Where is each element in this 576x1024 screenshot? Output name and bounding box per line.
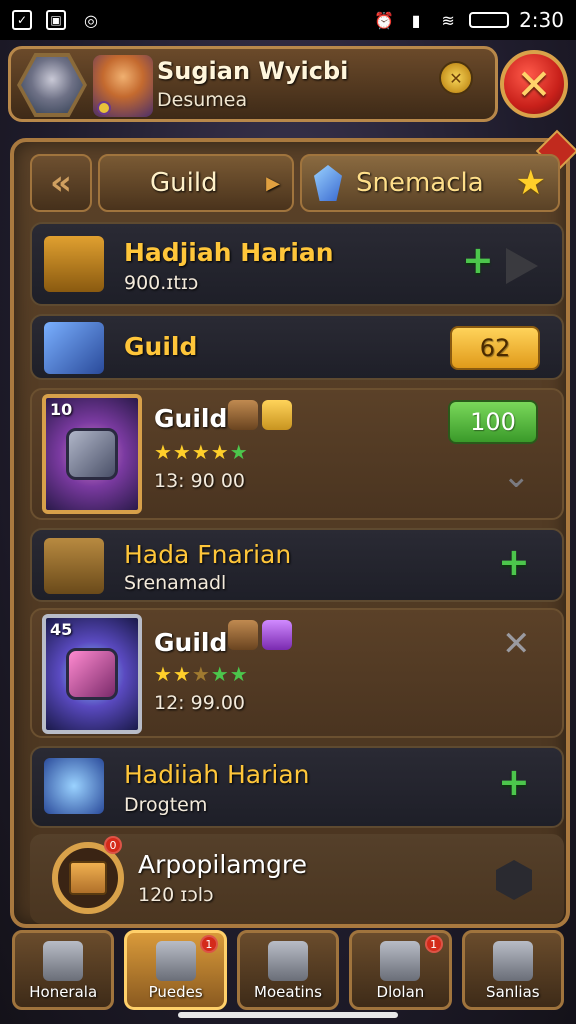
coin-icon[interactable]: ✕ xyxy=(439,61,473,95)
close-button[interactable]: ✕ xyxy=(500,50,568,118)
wifi-icon: ≋ xyxy=(441,10,455,30)
cost-button[interactable]: 62 xyxy=(450,326,540,370)
card-item[interactable]: 45 Guild ★★★★★ 12: 99.00 ✕ xyxy=(30,608,564,738)
locked-hex-icon[interactable] xyxy=(496,860,532,900)
nav-dlolan[interactable]: 1 Dlolan xyxy=(349,930,452,1010)
hammer-icon xyxy=(380,941,421,981)
nav-home[interactable]: Honerala xyxy=(12,930,115,1010)
signal-icon: ▮ xyxy=(411,10,421,30)
back-arrow-icon: « xyxy=(50,163,72,203)
player-subtitle: Desumea xyxy=(157,89,248,111)
item-title: Guild xyxy=(124,332,198,361)
weapon-icon xyxy=(66,428,118,480)
item-title: Hadjiah Harian xyxy=(124,238,334,267)
nav-moeatins[interactable]: Moeatins xyxy=(236,930,340,1010)
card-level: 45 xyxy=(50,620,73,639)
list-item[interactable]: 0 Arpopilamgre 120 ɪɔlɔ xyxy=(30,834,564,924)
item-title: Guild xyxy=(154,628,228,657)
crystal-icon xyxy=(314,165,342,201)
bottom-nav: Honerala 1 Puedes Moeatins 1 Dlolan Sanl… xyxy=(12,930,565,1014)
item-subtitle: 120 ɪɔlɔ xyxy=(138,884,214,906)
add-icon[interactable]: + xyxy=(498,540,530,584)
notification-badge: 0 xyxy=(104,836,122,854)
barrel-icon xyxy=(44,758,104,814)
item-title: Hada Fnarian xyxy=(124,540,292,569)
level-badge-icon xyxy=(97,101,111,115)
battery-icon xyxy=(469,12,510,28)
arrow-right-icon: ▶ xyxy=(266,172,280,194)
sync-icon: ◎ xyxy=(84,10,98,30)
item-title: Hadiiah Harian xyxy=(124,760,310,789)
item-subtitle: Drogtem xyxy=(124,794,208,816)
item-icons xyxy=(228,400,292,430)
player-name: Sugian Wyicbi xyxy=(157,57,349,85)
rating-stars: ★★★★★ xyxy=(154,662,249,686)
companion-avatar[interactable] xyxy=(93,55,153,117)
list-item[interactable]: Hada Fnarian Srenamadl + xyxy=(30,528,564,602)
purple-gem-icon xyxy=(262,620,292,650)
play-icon[interactable] xyxy=(506,248,538,284)
item-title: Guild xyxy=(154,404,228,433)
sword-icon xyxy=(228,400,258,430)
tab-bar: « Guild ▶ Snemacla ★ xyxy=(30,154,560,214)
item-subtitle: 12: 99.00 xyxy=(154,692,246,714)
hero-card-image[interactable]: 45 xyxy=(42,614,142,734)
chevron-down-icon[interactable]: ⌄ xyxy=(502,456,531,496)
notification-badge: 1 xyxy=(424,935,443,953)
notification-icon: ✓ xyxy=(12,10,32,30)
horn-icon xyxy=(44,538,104,594)
tab-guild-label: Guild xyxy=(150,168,218,198)
card-level: 10 xyxy=(50,400,73,419)
scroll-icon xyxy=(44,322,104,374)
add-icon[interactable]: + xyxy=(498,760,530,804)
list-item[interactable]: Guild 62 xyxy=(30,314,564,380)
media-icon: ▣ xyxy=(46,10,66,30)
item-subtitle: 900.ɪtɪɔ xyxy=(124,272,199,294)
item-subtitle: Srenamadl xyxy=(124,572,227,594)
nav-label: Moeatins xyxy=(254,983,322,1001)
rating-stars: ★★★★★ xyxy=(154,440,249,464)
star-icon[interactable]: ★ xyxy=(516,163,546,203)
tab-active[interactable]: Snemacla ★ xyxy=(300,154,560,212)
treasure-chest-icon xyxy=(44,236,104,292)
buy-button[interactable]: 100 xyxy=(448,400,538,444)
card-item[interactable]: 10 Guild ★★★★★ 13: 90 00 100 ⌄ xyxy=(30,388,564,520)
hero-card-image[interactable]: 10 xyxy=(42,394,142,514)
item-title: Arpopilamgre xyxy=(138,850,307,879)
list-item[interactable]: Hadiiah Harian Drogtem + xyxy=(30,746,564,828)
player-avatar[interactable] xyxy=(17,53,87,117)
add-icon[interactable]: + xyxy=(462,238,494,282)
nav-label: Dlolan xyxy=(376,983,425,1001)
list-item[interactable]: Hadjiah Harian 900.ɪtɪɔ + xyxy=(30,222,564,306)
nav-label: Sanlias xyxy=(486,983,540,1001)
nav-puedes[interactable]: 1 Puedes xyxy=(124,930,227,1010)
anvil-icon xyxy=(268,941,309,981)
nav-sanlias[interactable]: Sanlias xyxy=(461,930,565,1010)
tab-active-label: Snemacla xyxy=(356,168,484,198)
item-icons xyxy=(228,620,292,650)
sword-icon xyxy=(228,620,258,650)
alarm-icon: ⏰ xyxy=(374,10,395,30)
main-panel: « Guild ▶ Snemacla ★ Hadjiah Harian 900.… xyxy=(10,129,576,928)
close-icon: ✕ xyxy=(516,59,552,109)
nav-label: Puedes xyxy=(148,983,203,1001)
gold-gem-icon xyxy=(262,400,292,430)
player-header: Sugian Wyicbi Desumea ✕ xyxy=(8,46,498,122)
notification-badge: 1 xyxy=(199,935,218,953)
item-subtitle: 13: 90 00 xyxy=(154,470,246,492)
home-icon xyxy=(43,941,84,981)
status-bar: ✓ ▣ ◎ ⏰ ▮ ≋ 2:30 xyxy=(0,0,576,40)
tab-guild[interactable]: Guild ▶ xyxy=(98,154,294,212)
home-indicator[interactable] xyxy=(178,1012,398,1018)
back-button[interactable]: « xyxy=(30,154,92,212)
nav-label: Honerala xyxy=(29,983,98,1001)
status-time: 2:30 xyxy=(519,8,564,32)
remove-icon[interactable]: ✕ xyxy=(502,624,531,664)
weapon-icon xyxy=(66,648,118,700)
dice-icon xyxy=(155,941,196,981)
settings-icon xyxy=(492,941,533,981)
